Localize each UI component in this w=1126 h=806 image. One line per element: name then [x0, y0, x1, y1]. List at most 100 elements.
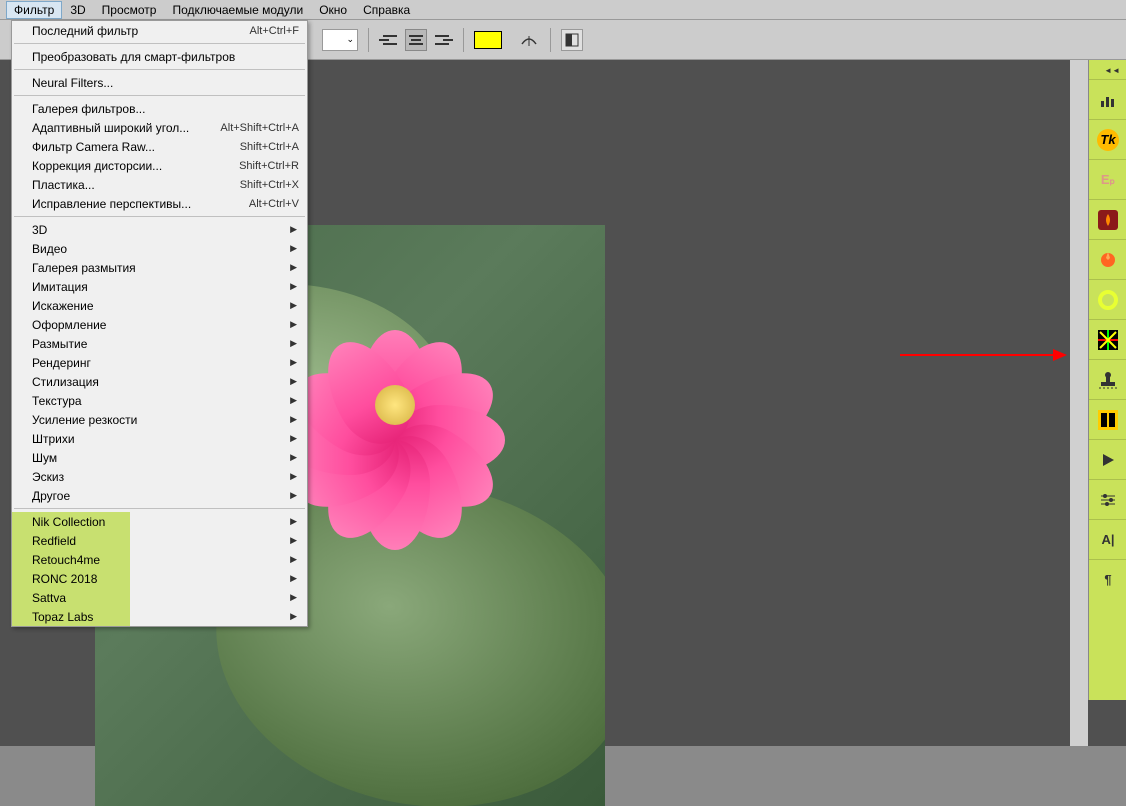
menu-item-label: Эскиз: [32, 470, 64, 484]
menubar-item-подключаемые модули[interactable]: Подключаемые модули: [164, 1, 311, 19]
menubar-item-фильтр[interactable]: Фильтр: [6, 1, 62, 19]
menu-item[interactable]: Шум: [12, 448, 307, 467]
menu-item[interactable]: Retouch4me: [12, 550, 307, 569]
menu-item-label: Другое: [32, 489, 70, 503]
align-left-button[interactable]: [379, 29, 401, 51]
menubar-item-окно[interactable]: Окно: [311, 1, 355, 19]
menu-item-label: Штрихи: [32, 432, 75, 446]
flame-plugin-icon[interactable]: [1089, 199, 1126, 239]
warp-text-button[interactable]: [518, 29, 540, 51]
menu-separator: [14, 95, 305, 96]
menu-item-label: Адаптивный широкий угол...: [32, 121, 189, 135]
menu-item-label: Имитация: [32, 280, 88, 294]
menu-item[interactable]: Nik Collection: [12, 512, 307, 531]
menu-item[interactable]: Sattva: [12, 588, 307, 607]
stamp-icon[interactable]: [1089, 359, 1126, 399]
image-content: [275, 265, 515, 505]
menu-item[interactable]: Оформление: [12, 315, 307, 334]
menu-item-label: Redfield: [32, 534, 76, 548]
menu-item[interactable]: Рендеринг: [12, 353, 307, 372]
splash-plugin-icon[interactable]: [1089, 239, 1126, 279]
filter-dropdown-menu: Последний фильтрAlt+Ctrl+F Преобразовать …: [11, 20, 308, 627]
menu-item-label: RONC 2018: [32, 572, 97, 586]
menu-item[interactable]: Галерея фильтров...: [12, 99, 307, 118]
separator: [368, 28, 369, 52]
menu-item[interactable]: Видео: [12, 239, 307, 258]
menu-item[interactable]: Пластика... Shift+Ctrl+X: [12, 175, 307, 194]
menu-item-label: Преобразовать для смарт-фильтров: [32, 50, 235, 64]
menubar-item-просмотр[interactable]: Просмотр: [94, 1, 165, 19]
menu-item[interactable]: Стилизация: [12, 372, 307, 391]
menu-item-label: Стилизация: [32, 375, 99, 389]
histogram-icon[interactable]: [1089, 79, 1126, 119]
menu-item-label: Исправление перспективы...: [32, 197, 191, 211]
menu-item[interactable]: Галерея размытия: [12, 258, 307, 277]
expand-panels-icon[interactable]: ◄◄: [1104, 66, 1120, 75]
ep-plugin-icon[interactable]: Eₚ: [1089, 159, 1126, 199]
menu-item[interactable]: Topaz Labs: [12, 607, 307, 626]
menu-item[interactable]: RONC 2018: [12, 569, 307, 588]
menu-item[interactable]: Фильтр Camera Raw...Shift+Ctrl+A: [12, 137, 307, 156]
menu-item[interactable]: Штрихи: [12, 429, 307, 448]
adjustments-icon[interactable]: [1089, 479, 1126, 519]
ruler-plugin-icon[interactable]: [1089, 399, 1126, 439]
menu-item-shortcut: Shift+Ctrl+R: [239, 160, 299, 172]
paragraph-icon[interactable]: ¶: [1089, 559, 1126, 599]
menu-item-shortcut: Shift+Ctrl+X: [240, 179, 299, 191]
menu-item-label: Шум: [32, 451, 57, 465]
separator: [550, 28, 551, 52]
menu-item[interactable]: Neural Filters...: [12, 73, 307, 92]
menu-item[interactable]: Имитация: [12, 277, 307, 296]
menu-item[interactable]: Redfield: [12, 531, 307, 550]
menu-item[interactable]: Эскиз: [12, 467, 307, 486]
menu-item-label: Коррекция дисторсии...: [32, 159, 162, 173]
menu-item[interactable]: Искажение: [12, 296, 307, 315]
menu-item[interactable]: 3D: [12, 220, 307, 239]
menu-item-label: Nik Collection: [32, 515, 105, 529]
tk-plugin-icon[interactable]: Tk: [1089, 119, 1126, 159]
menu-item-label: Усиление резкости: [32, 413, 137, 427]
vertical-scrollbar[interactable]: [1070, 60, 1088, 746]
menu-item-label: Retouch4me: [32, 553, 100, 567]
annotation-arrow-panel: [900, 354, 1065, 356]
menu-item-shortcut: Alt+Shift+Ctrl+A: [220, 122, 299, 134]
menu-item-label: 3D: [32, 223, 47, 237]
menu-item-label: Neural Filters...: [32, 76, 113, 90]
menu-item-label: Sattva: [32, 591, 66, 605]
play-icon[interactable]: [1089, 439, 1126, 479]
menu-separator: [14, 69, 305, 70]
menu-item-label: Рендеринг: [32, 356, 91, 370]
menu-separator: [14, 216, 305, 217]
menu-item[interactable]: Усиление резкости: [12, 410, 307, 429]
starburst-plugin-icon[interactable]: [1089, 319, 1126, 359]
menu-item-shortcut: Alt+Ctrl+V: [249, 198, 299, 210]
menu-item-label: Текстура: [32, 394, 82, 408]
menu-item[interactable]: Размытие: [12, 334, 307, 353]
collapsed-panels-dock: ◄◄ TkEₚ A|¶: [1088, 60, 1126, 700]
menu-item[interactable]: Другое: [12, 486, 307, 505]
separator: [463, 28, 464, 52]
menu-item-shortcut: Alt+Ctrl+F: [249, 25, 299, 37]
menubar-item-3d[interactable]: 3D: [62, 1, 93, 19]
menu-item-shortcut: Shift+Ctrl+A: [240, 141, 299, 153]
menu-item-label: Размытие: [32, 337, 87, 351]
character-icon[interactable]: A|: [1089, 519, 1126, 559]
menu-item[interactable]: Текстура: [12, 391, 307, 410]
align-center-button[interactable]: [405, 29, 427, 51]
menu-item-label: Искажение: [32, 299, 94, 313]
font-dropdown[interactable]: ⌄: [322, 29, 358, 51]
menu-item[interactable]: Преобразовать для смарт-фильтров: [12, 47, 307, 66]
menu-separator: [14, 43, 305, 44]
menu-item[interactable]: Исправление перспективы... Alt+Ctrl+V: [12, 194, 307, 213]
align-right-button[interactable]: [431, 29, 453, 51]
menu-item[interactable]: Коррекция дисторсии... Shift+Ctrl+R: [12, 156, 307, 175]
menu-item-label: Галерея фильтров...: [32, 102, 145, 116]
menu-separator: [14, 508, 305, 509]
menubar-item-справка[interactable]: Справка: [355, 1, 418, 19]
menu-item[interactable]: Адаптивный широкий угол... Alt+Shift+Ctrl…: [12, 118, 307, 137]
text-color-swatch[interactable]: [474, 31, 502, 49]
menu-item-label: Пластика...: [32, 178, 95, 192]
panels-toggle-button[interactable]: [561, 29, 583, 51]
menu-item[interactable]: Последний фильтрAlt+Ctrl+F: [12, 21, 307, 40]
circle-plugin-icon[interactable]: [1089, 279, 1126, 319]
